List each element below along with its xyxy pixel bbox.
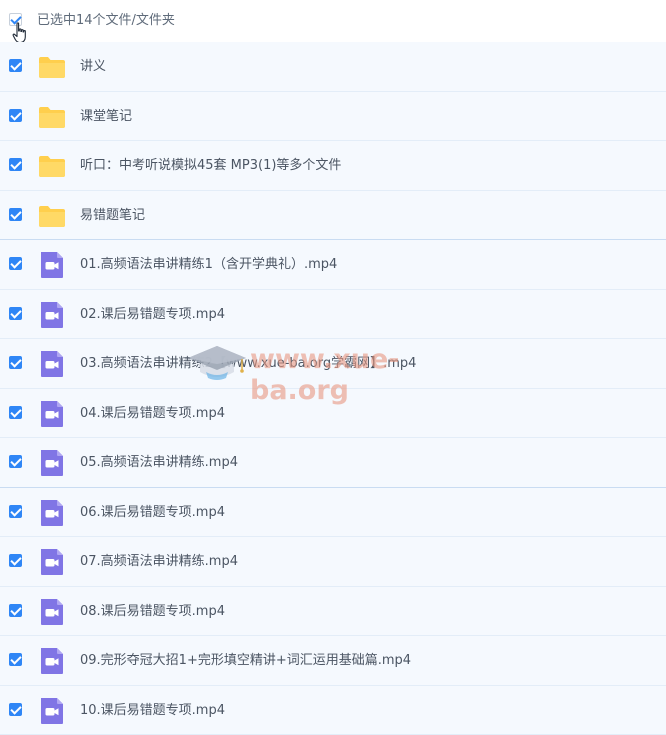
item-name[interactable]: 07.高频语法串讲精练.mp4 (80, 553, 238, 570)
item-name[interactable]: 10.课后易错题专项.mp4 (80, 702, 225, 719)
video-file-icon (38, 401, 66, 427)
item-name[interactable]: 01.高频语法串讲精练1（含开学典礼）.mp4 (80, 256, 337, 273)
video-file-icon (38, 648, 66, 674)
item-name[interactable]: 05.高频语法串讲精练.mp4 (80, 454, 238, 471)
video-file-icon (38, 549, 66, 575)
item-name[interactable]: 听口：中考听说模拟45套 MP3(1)等多个文件 (80, 157, 341, 174)
selection-header: 已选中14个文件/文件夹 (0, 0, 666, 43)
list-item[interactable]: 03.高频语法串讲精练2【www.xue-ba.org学霸网】.mp4 (0, 339, 666, 389)
video-file-icon (38, 698, 66, 724)
item-checkbox[interactable] (9, 406, 22, 419)
list-item[interactable]: 易错题笔记 (0, 191, 666, 241)
selection-count-label: 已选中14个文件/文件夹 (37, 13, 175, 29)
item-checkbox[interactable] (9, 653, 22, 666)
list-item[interactable]: 01.高频语法串讲精练1（含开学典礼）.mp4 (0, 240, 666, 290)
list-item[interactable]: 05.高频语法串讲精练.mp4 (0, 438, 666, 488)
item-name[interactable]: 讲义 (80, 58, 106, 75)
video-file-icon (38, 351, 66, 377)
item-checkbox[interactable] (9, 208, 22, 221)
video-file-icon (38, 599, 66, 625)
video-file-icon (38, 302, 66, 328)
item-checkbox[interactable] (9, 505, 22, 518)
list-item[interactable]: 07.高频语法串讲精练.mp4 (0, 537, 666, 587)
list-item[interactable]: 06.课后易错题专项.mp4 (0, 488, 666, 538)
list-item[interactable]: 10.课后易错题专项.mp4 (0, 686, 666, 735)
item-checkbox[interactable] (9, 455, 22, 468)
folder-icon (38, 153, 66, 179)
item-name[interactable]: 02.课后易错题专项.mp4 (80, 306, 225, 323)
item-checkbox[interactable] (9, 604, 22, 617)
item-checkbox[interactable] (9, 307, 22, 320)
item-name[interactable]: 08.课后易错题专项.mp4 (80, 603, 225, 620)
folder-icon (38, 54, 66, 80)
list-item[interactable]: 课堂笔记 (0, 92, 666, 142)
item-name[interactable]: 09.完形夺冠大招1+完形填空精讲+词汇运用基础篇.mp4 (80, 652, 411, 669)
list-item[interactable]: 02.课后易错题专项.mp4 (0, 290, 666, 340)
item-checkbox[interactable] (9, 158, 22, 171)
item-checkbox[interactable] (9, 257, 22, 270)
list-item[interactable]: 08.课后易错题专项.mp4 (0, 587, 666, 637)
folder-icon (38, 203, 66, 229)
video-file-icon (38, 252, 66, 278)
list-item[interactable]: 讲义 (0, 42, 666, 92)
item-checkbox[interactable] (9, 703, 22, 716)
list-item[interactable]: 听口：中考听说模拟45套 MP3(1)等多个文件 (0, 141, 666, 191)
item-checkbox[interactable] (9, 59, 22, 72)
video-file-icon (38, 500, 66, 526)
item-checkbox[interactable] (9, 109, 22, 122)
list-item[interactable]: 04.课后易错题专项.mp4 (0, 389, 666, 439)
folder-icon (38, 104, 66, 130)
item-name[interactable]: 易错题笔记 (80, 207, 145, 224)
item-name[interactable]: 06.课后易错题专项.mp4 (80, 504, 225, 521)
hand-pointer-icon (12, 22, 28, 44)
item-name[interactable]: 04.课后易错题专项.mp4 (80, 405, 225, 422)
item-name[interactable]: 课堂笔记 (80, 108, 132, 125)
file-list: 讲义 课堂笔记 听口：中考听说模拟45套 MP3(1)等多个文件 易错题笔记 (0, 42, 666, 735)
item-checkbox[interactable] (9, 554, 22, 567)
video-file-icon (38, 450, 66, 476)
item-name[interactable]: 03.高频语法串讲精练2【www.xue-ba.org学霸网】.mp4 (80, 355, 416, 372)
list-item[interactable]: 09.完形夺冠大招1+完形填空精讲+词汇运用基础篇.mp4 (0, 636, 666, 686)
item-checkbox[interactable] (9, 356, 22, 369)
